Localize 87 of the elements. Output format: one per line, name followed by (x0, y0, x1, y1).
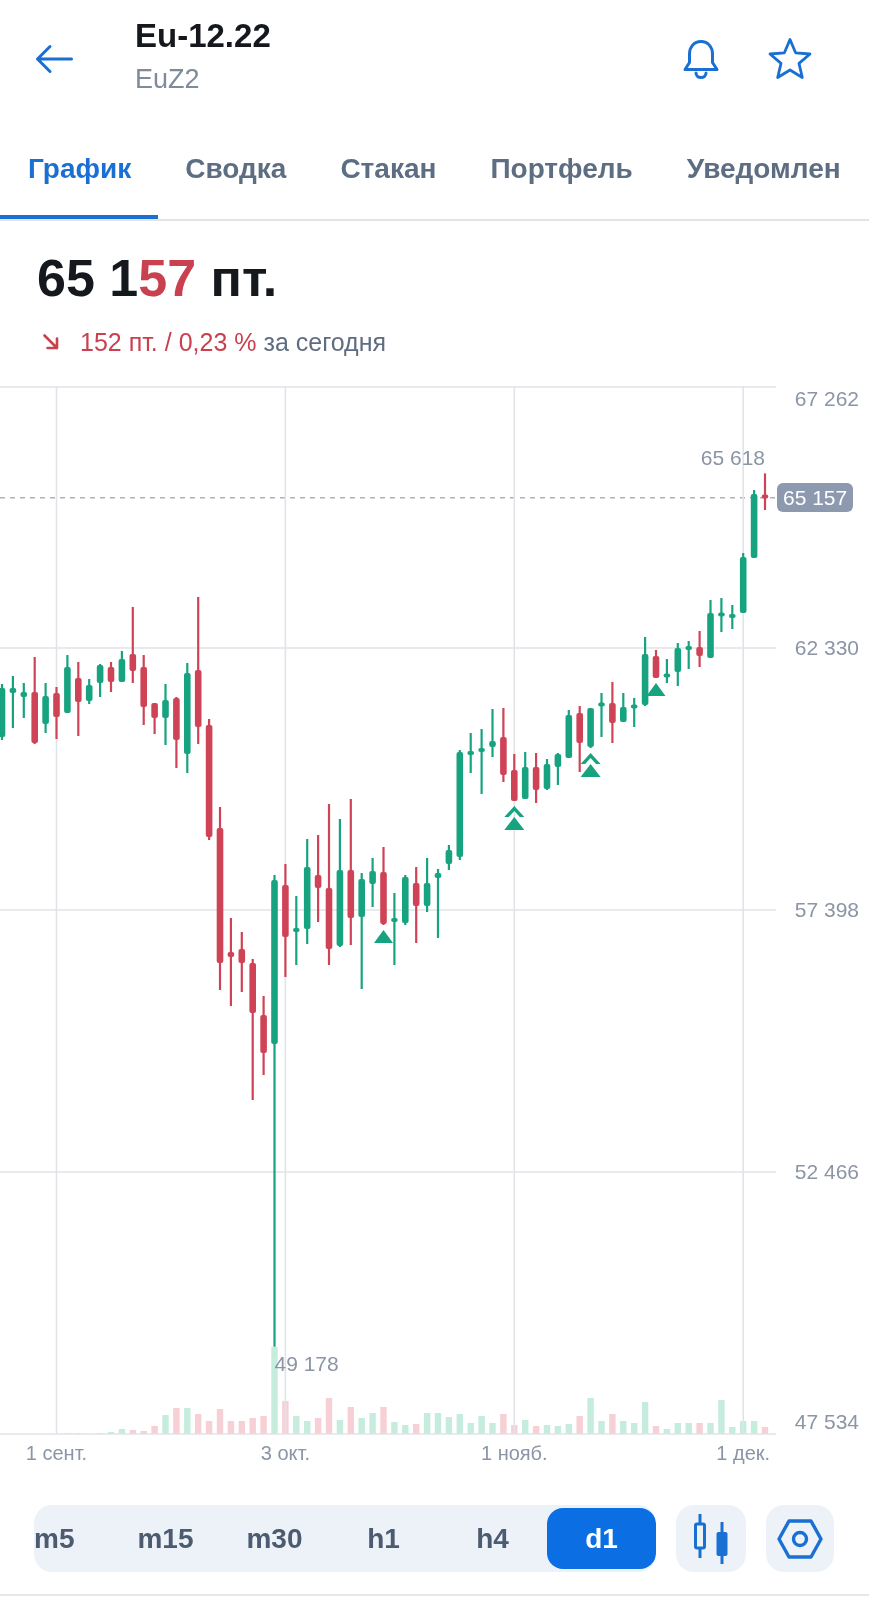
rising-candle (402, 875, 409, 925)
rising-candle (489, 709, 496, 757)
tab[interactable]: Уведомлен (659, 118, 841, 219)
interval-button[interactable]: d1 (547, 1508, 656, 1569)
y-axis-label: 67 262 (794, 386, 859, 412)
rising-candle (0, 684, 6, 740)
x-axis-label: 1 дек. (716, 1441, 771, 1466)
interval-button[interactable]: h1 (329, 1508, 438, 1569)
last-price-tag: 65 157 (777, 483, 854, 513)
rising-candle (598, 693, 605, 737)
x-axis-label: 3 окт. (260, 1441, 311, 1466)
rising-candle (118, 650, 126, 682)
chart-type-button[interactable] (676, 1505, 746, 1572)
x-axis-label: 1 сент. (25, 1441, 88, 1466)
y-axis-label: 62 330 (794, 635, 859, 661)
rising-candle (750, 490, 758, 558)
rising-candle (20, 683, 28, 718)
rising-candle (434, 869, 442, 938)
falling-candle (652, 650, 660, 678)
left-arrow-icon[interactable] (35, 44, 73, 74)
rising-candle (391, 893, 398, 965)
rising-candle (162, 684, 169, 745)
rising-candle (587, 708, 594, 748)
falling-candle (532, 753, 540, 803)
rising-candle (707, 600, 714, 658)
falling-candle (761, 473, 769, 510)
rising-candle (630, 698, 638, 727)
tab[interactable]: Стакан (313, 118, 464, 219)
falling-candle (140, 655, 147, 725)
falling-candle (511, 754, 518, 801)
falling-candle (53, 687, 60, 739)
rising-candle (620, 693, 627, 722)
triangle-icon (374, 930, 393, 943)
double-triangle-icon (580, 753, 601, 777)
rising-candle (641, 637, 649, 706)
rising-candle (543, 759, 551, 790)
settings-button[interactable] (766, 1505, 834, 1572)
triangle-icon (646, 683, 666, 696)
interval-button[interactable]: m30 (220, 1508, 329, 1569)
rising-candle (369, 858, 376, 908)
falling-candle (151, 703, 158, 734)
settings-icon (777, 1518, 823, 1559)
rising-candle (423, 858, 431, 912)
rising-candle (521, 752, 529, 799)
rising-candle (663, 659, 671, 683)
rising-candle (293, 896, 300, 965)
rising-candle (718, 598, 725, 632)
falling-candle (238, 932, 246, 992)
y-axis-label: 52 466 (794, 1159, 859, 1185)
tab[interactable]: График (0, 118, 159, 219)
rising-candle (674, 643, 682, 686)
interval-button[interactable]: h4 (438, 1508, 547, 1569)
rising-candle (85, 679, 93, 704)
y-axis-label: 47 534 (794, 1409, 859, 1435)
ticker-symbol: EuZ2 (135, 63, 200, 96)
rising-candle (467, 733, 474, 773)
x-axis-label: 1 нояб. (480, 1441, 548, 1466)
rising-candle (565, 710, 573, 758)
rising-candle (96, 664, 104, 697)
y-axis-label: 57 398 (794, 897, 859, 923)
falling-candle (576, 706, 583, 772)
instrument-title: Eu-12.22 (135, 16, 271, 56)
rising-candle (729, 605, 736, 629)
interval-button[interactable]: m15 (111, 1508, 220, 1569)
price-value: 65 157 пт. (37, 248, 278, 308)
rising-candle (445, 845, 453, 870)
rising-candle (64, 655, 71, 713)
rising-candle (42, 683, 49, 733)
high-price-label: 65 618 (700, 445, 765, 472)
double-triangle-icon (504, 806, 525, 830)
rising-candle (739, 553, 747, 613)
candlestick-icon (693, 1513, 729, 1564)
rising-candle (478, 729, 485, 794)
rising-candle (685, 641, 692, 669)
falling-candle (107, 662, 115, 692)
tab[interactable]: Сводка (158, 118, 314, 219)
tab[interactable]: Портфель (463, 118, 660, 219)
price-change-text: 152 пт. / 0,23 % за сегодня (80, 327, 387, 358)
falling-candle (609, 682, 616, 743)
falling-candle (173, 697, 180, 768)
star-icon[interactable] (767, 37, 813, 81)
interval-button[interactable]: m5 (34, 1508, 111, 1569)
falling-candle (696, 631, 703, 667)
rising-candle (554, 753, 562, 785)
bell-icon[interactable] (682, 38, 720, 80)
rising-candle (9, 676, 17, 728)
low-price-label: 49 178 (274, 1350, 339, 1377)
